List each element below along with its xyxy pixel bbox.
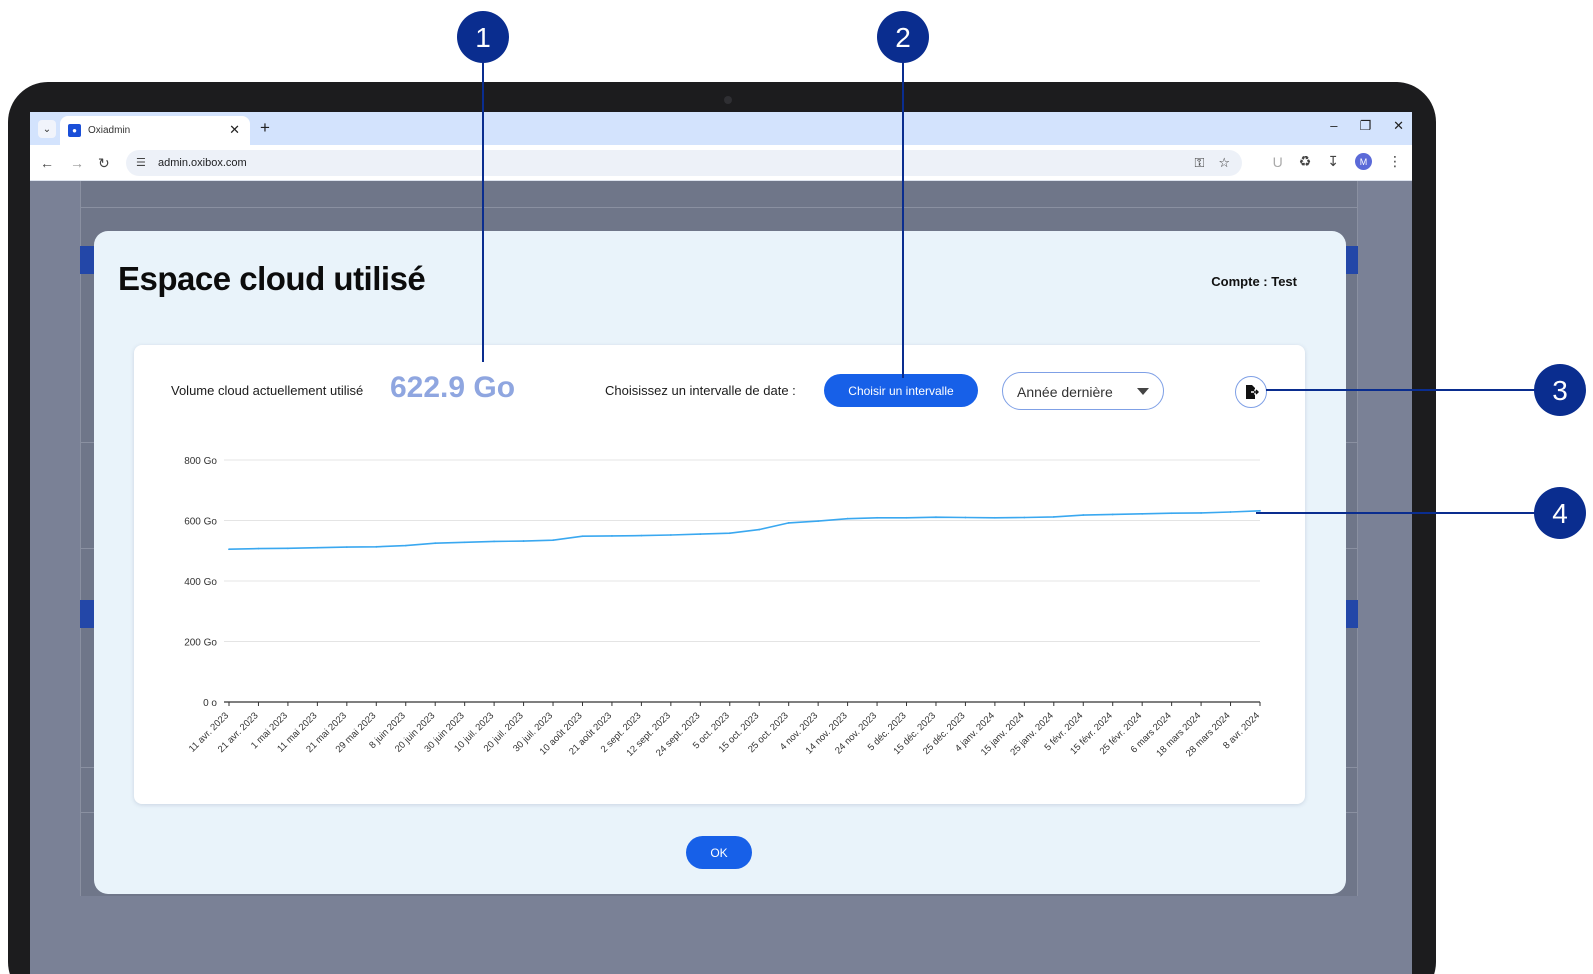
callout-2-number: 2 — [895, 22, 911, 53]
callout-overlay: 1 2 3 4 — [457, 11, 1586, 539]
callout-4-number: 4 — [1552, 498, 1568, 529]
stage: ⌄ ● Oxiadmin ✕ + – ❐ ✕ ← → ↻ ☰ admin.oxi… — [0, 0, 1593, 974]
callout-1-number: 1 — [475, 22, 491, 53]
callout-3-number: 3 — [1552, 375, 1568, 406]
